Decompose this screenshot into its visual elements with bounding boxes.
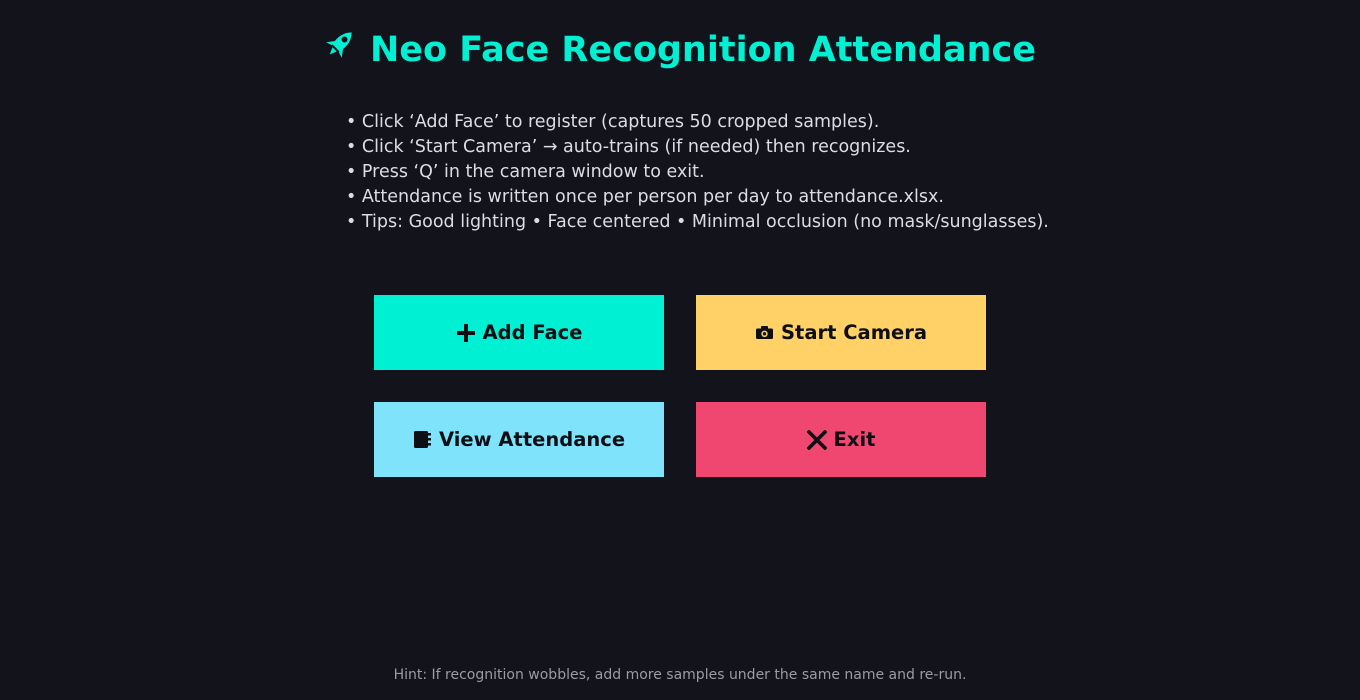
- instruction-item: • Attendance is written once per person …: [346, 187, 944, 207]
- add-face-label: Add Face: [482, 321, 583, 344]
- instruction-item: • Click ‘Add Face’ to register (captures…: [346, 112, 880, 132]
- instruction-item: • Click ‘Start Camera’ → auto-trains (if…: [346, 137, 911, 157]
- start-camera-button[interactable]: Start Camera: [696, 295, 986, 370]
- instructions-list: • Click ‘Add Face’ to register (captures…: [346, 110, 1049, 235]
- hint-text: Hint: If recognition wobbles, add more s…: [393, 667, 967, 683]
- plus-icon: [456, 323, 476, 343]
- camera-icon: [755, 325, 774, 340]
- notebook-icon: [413, 430, 432, 449]
- exit-label: Exit: [833, 428, 876, 451]
- instruction-item: • Tips: Good lighting • Face centered • …: [346, 212, 1049, 232]
- start-camera-label: Start Camera: [780, 321, 928, 344]
- exit-button[interactable]: Exit: [696, 402, 986, 477]
- view-attendance-label: View Attendance: [438, 428, 626, 451]
- page-title-text: Neo Face Recognition Attendance: [369, 30, 1036, 70]
- instruction-item: • Press ‘Q’ in the camera window to exit…: [346, 162, 705, 182]
- add-face-button[interactable]: Add Face: [374, 295, 664, 370]
- close-icon: [806, 429, 827, 450]
- page-title: Neo Face Recognition Attendance: [0, 28, 1360, 74]
- rocket-icon: [324, 26, 358, 71]
- view-attendance-button[interactable]: View Attendance: [374, 402, 664, 477]
